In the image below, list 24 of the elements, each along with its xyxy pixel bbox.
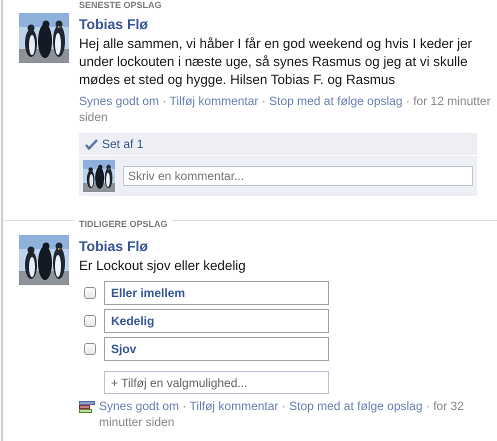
poll-icon [79,401,95,414]
poll-option[interactable]: Eller imellem [104,281,329,305]
post-text: Er Lockout sjov eller kedelig [79,257,247,275]
action-link[interactable]: Tilføj kommentar [170,94,258,108]
add-option-field[interactable]: + Tilføj en valgmulighed... [104,371,329,394]
comment-field[interactable]: Skriv en kommentar... [123,166,473,186]
action-link[interactable]: Synes godt om [99,399,180,413]
section-label: TIDLIGERE OPSLAG [75,219,172,229]
action-link[interactable]: Stop med at følge opslag [289,399,423,413]
option-checkbox[interactable] [84,315,96,327]
seen-by-text: Set af 1 [102,137,144,151]
post-actions: Synes godt om · Tilføj kommentar · Stop med at følge opslag · for 12 minutter siden [79,93,492,125]
author-name[interactable]: Tobias Flø [79,16,497,32]
post-text: Hej alle sammen, vi håber I får en god weekend og hvis I keder jer under lockouten i næste uge, så synes Rasmus og jeg at vi skulle mødes et sted og hygge. Hilsen Tobias F. og Rasmus [79,35,473,89]
action-link[interactable]: Stop med at følge opslag [269,94,403,108]
option-checkbox[interactable] [84,343,96,355]
post-actions: Synes godt om · Tilføj kommentar · Stop med at følge opslag · for 32 minutter siden [99,398,465,430]
check-icon [85,138,98,150]
author-name[interactable]: Tobias Flø [79,238,497,254]
action-link[interactable]: Synes godt om [79,94,160,108]
option-checkbox[interactable] [84,287,96,299]
poll-option[interactable]: Kedelig [104,309,329,333]
poll-option[interactable]: Sjov [104,337,329,361]
action-link[interactable]: Tilføj kommentar [190,399,278,413]
